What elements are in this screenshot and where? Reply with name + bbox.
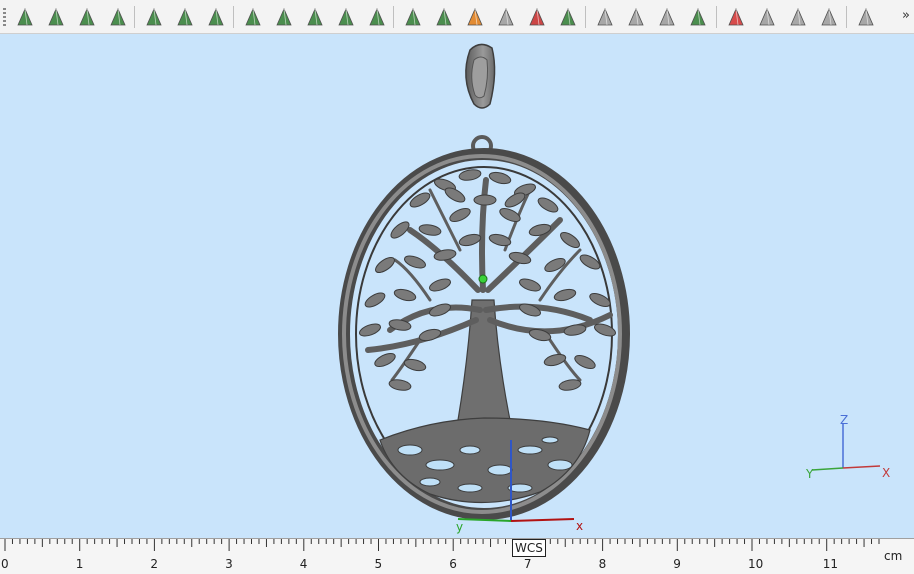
world-axis-x-label: x (576, 519, 583, 533)
nodes-tool-button[interactable] (172, 4, 198, 30)
edge-select-icon (79, 8, 95, 26)
ruler-tick-label: 11 (822, 557, 838, 571)
mesh-grid-icon (245, 8, 261, 26)
cursor-flag-icon (628, 8, 644, 26)
ruler-ticks (4, 539, 880, 551)
gizmo-y-label: Y (805, 467, 814, 481)
box-front-button[interactable] (431, 4, 457, 30)
toolbar-separator (846, 6, 847, 28)
ruler-tick-label: 2 (150, 557, 159, 571)
vertex-select-icon (17, 8, 33, 26)
cursor-arrow-icon (659, 8, 675, 26)
cursor-globe-icon (690, 8, 706, 26)
box-wire-icon (498, 8, 514, 26)
ruler-tick-label: 5 (374, 557, 383, 571)
orientation-gizmo[interactable]: Z X Y (805, 413, 890, 481)
box-marked-button[interactable] (524, 4, 550, 30)
eye-triangle-icon (858, 8, 874, 26)
cursor-arrow-button[interactable] (654, 4, 680, 30)
radial-split-icon (369, 8, 385, 26)
wcs-label[interactable]: WCS (512, 539, 546, 557)
ruler-tick-label: 3 (225, 557, 233, 571)
toolbar-separator (134, 6, 135, 28)
toolbar-separator (233, 6, 234, 28)
box-view-button[interactable] (400, 4, 426, 30)
3d-viewport[interactable]: x y Z X Y (0, 34, 914, 538)
circle-select-icon (110, 8, 126, 26)
world-axis-y-label: y (456, 520, 463, 534)
face-select-button[interactable] (43, 4, 69, 30)
tree-of-life-model[interactable] (358, 168, 617, 504)
ruler-tick-label: 6 (449, 557, 457, 571)
toolbar-separator (393, 6, 394, 28)
cursor-gray-icon (597, 8, 613, 26)
ruler-tick-label: 8 (598, 557, 607, 571)
gizmo-x-label: X (882, 466, 890, 480)
measurement-ruler: 0 1 2 3 4 5 6 7 8 9 10 11 cm WCS (0, 538, 914, 574)
slash-triangle-button[interactable] (816, 4, 842, 30)
ruler-tick-label: 9 (673, 557, 681, 571)
ruler-tick-label: 7 (523, 557, 532, 571)
toolbar-separator (716, 6, 717, 28)
cursor-flag-button[interactable] (623, 4, 649, 30)
delete-cross-button[interactable] (723, 4, 749, 30)
edge-select-button[interactable] (74, 4, 100, 30)
ruler-tick-label: 4 (299, 557, 308, 571)
eye-triangle-button[interactable] (853, 4, 879, 30)
box-filled-icon (560, 8, 576, 26)
cursor-globe-button[interactable] (685, 4, 711, 30)
curve-tool-button[interactable] (203, 4, 229, 30)
toolbar-grip[interactable] (3, 8, 6, 26)
cursor-gray-button[interactable] (592, 4, 618, 30)
box-colored-icon (467, 8, 483, 26)
pendant-bail[interactable] (465, 43, 496, 109)
rectangle-tool-icon (146, 8, 162, 26)
main-toolbar: » (0, 0, 914, 34)
face-select-icon (48, 8, 64, 26)
radial-pattern-button[interactable] (333, 4, 359, 30)
copy-triangle-icon (790, 8, 806, 26)
ruler-tick-label: 10 (748, 557, 764, 571)
curve-tool-icon (208, 8, 224, 26)
model-canvas: x y Z X Y (338, 43, 890, 534)
star-pattern-icon (307, 8, 323, 26)
ruler-tick-label: 0 (1, 557, 9, 571)
cluster-tool-button[interactable] (271, 4, 297, 30)
selection-marker[interactable] (478, 274, 488, 284)
gizmo-z-label: Z (840, 413, 848, 427)
toolbar-separator (585, 6, 586, 28)
box-front-icon (436, 8, 452, 26)
radial-split-button[interactable] (364, 4, 390, 30)
box-view-icon (405, 8, 421, 26)
box-colored-button[interactable] (462, 4, 488, 30)
box-filled-button[interactable] (555, 4, 581, 30)
ruler-unit-label: cm (884, 549, 903, 563)
rectangle-tool-button[interactable] (141, 4, 167, 30)
slash-triangle-icon (821, 8, 837, 26)
star-pattern-button[interactable] (302, 4, 328, 30)
vertex-select-button[interactable] (12, 4, 38, 30)
delete-cross-icon (728, 8, 744, 26)
toolbar-overflow-button[interactable]: » (902, 8, 910, 23)
ruler-tick-label: 1 (75, 557, 84, 571)
hatch-triangle-icon (759, 8, 775, 26)
box-wire-button[interactable] (493, 4, 519, 30)
box-marked-icon (529, 8, 545, 26)
radial-pattern-icon (338, 8, 354, 26)
hatch-triangle-button[interactable] (754, 4, 780, 30)
mesh-grid-button[interactable] (240, 4, 266, 30)
nodes-tool-icon (177, 8, 193, 26)
copy-triangle-button[interactable] (785, 4, 811, 30)
cluster-tool-icon (276, 8, 292, 26)
circle-select-button[interactable] (105, 4, 131, 30)
